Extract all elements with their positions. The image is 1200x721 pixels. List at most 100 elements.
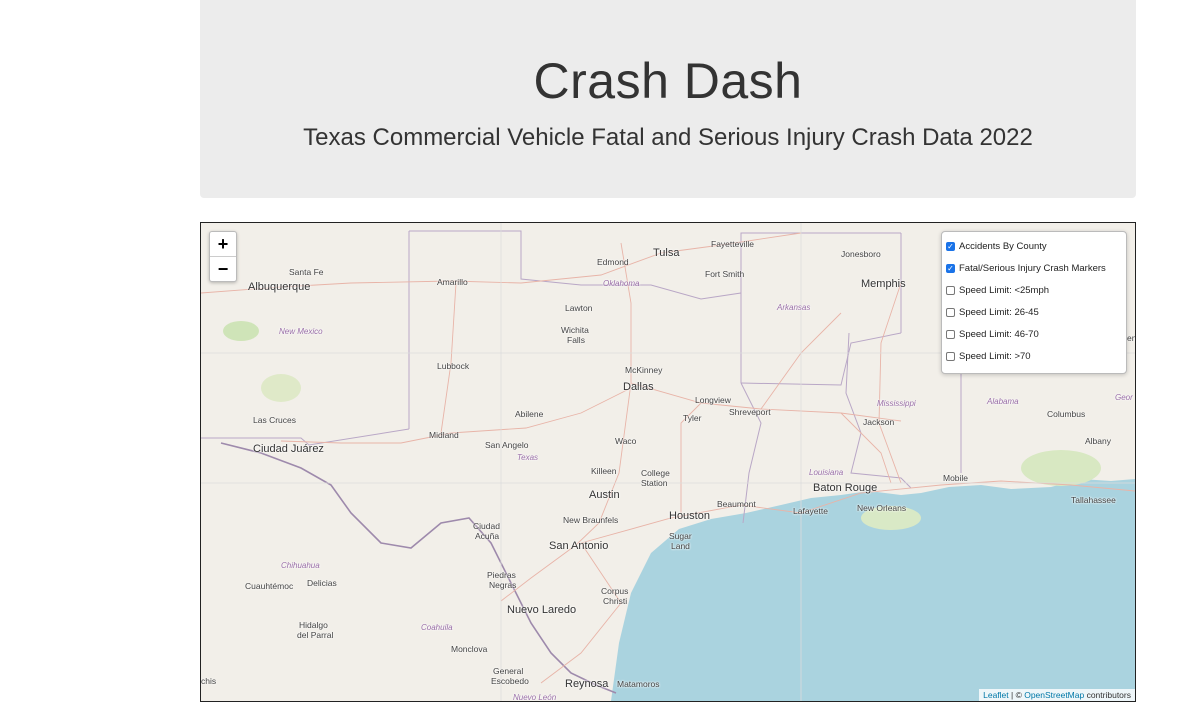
layer-label: Speed Limit: >70 xyxy=(959,351,1031,362)
place-label: Sugar xyxy=(669,531,692,541)
place-label: Waco xyxy=(615,436,637,446)
checkbox-speed-46-70[interactable] xyxy=(946,330,955,339)
place-label: Longview xyxy=(695,395,731,405)
zoom-in-button[interactable]: + xyxy=(210,232,236,256)
place-label: Louisiana xyxy=(809,468,844,477)
place-label: Abilene xyxy=(515,409,544,419)
place-label: Chihuahua xyxy=(281,561,320,570)
place-label: Edmond xyxy=(597,257,629,267)
place-label: Fort Smith xyxy=(705,269,745,279)
layers-control: Accidents By County Fatal/Serious Injury… xyxy=(941,231,1127,374)
place-label: General xyxy=(493,666,524,676)
page-subtitle: Texas Commercial Vehicle Fatal and Serio… xyxy=(303,124,1033,151)
layer-label: Speed Limit: 46-70 xyxy=(959,329,1039,340)
layer-label: Accidents By County xyxy=(959,241,1047,252)
place-label: Falls xyxy=(567,335,585,345)
place-label: Lubbock xyxy=(437,361,470,371)
place-label: Alabama xyxy=(987,397,1019,406)
place-label: Monclova xyxy=(451,644,488,654)
place-label: Austin xyxy=(589,489,620,501)
place-label: Coahuila xyxy=(421,623,453,632)
place-label: Beaumont xyxy=(717,499,756,509)
attribution-separator: | © xyxy=(1008,690,1025,700)
checkbox-speed-26-45[interactable] xyxy=(946,308,955,317)
place-label: Baton Rouge xyxy=(813,482,878,494)
place-label: Escobedo xyxy=(491,676,529,686)
place-label: Christi xyxy=(603,596,628,606)
place-label: Houston xyxy=(669,510,710,522)
place-label: College xyxy=(641,468,670,478)
place-label: Killeen xyxy=(591,466,617,476)
place-label: Tallahassee xyxy=(1071,495,1116,505)
place-label: Nuevo León xyxy=(513,693,557,702)
layer-speed-46-70[interactable]: Speed Limit: 46-70 xyxy=(946,329,1039,340)
place-label: Jackson xyxy=(863,417,895,427)
place-label: Texas xyxy=(517,453,539,462)
map-attribution: Leaflet | © OpenStreetMap contributors xyxy=(979,689,1135,701)
place-label: Jonesboro xyxy=(841,249,881,259)
zoom-control: + − xyxy=(209,231,237,282)
place-label: Santa Fe xyxy=(289,267,324,277)
place-label: Acuña xyxy=(475,531,500,541)
place-label: Geor xyxy=(1115,393,1133,402)
place-label: Hidalgo xyxy=(299,620,328,630)
place-label: Land xyxy=(671,541,690,551)
place-label: Fayetteville xyxy=(711,239,754,249)
place-label: Nuevo Laredo xyxy=(507,604,577,616)
place-label: New Orleans xyxy=(857,503,907,513)
place-label: del Parral xyxy=(297,630,334,640)
place-label: Albany xyxy=(1085,436,1111,446)
place-label: Tulsa xyxy=(653,247,680,259)
place-label: Dallas xyxy=(623,381,654,393)
place-label: Matamoros xyxy=(617,679,660,689)
header-banner: Crash Dash Texas Commercial Vehicle Fata… xyxy=(200,0,1136,198)
place-label: Negras xyxy=(489,580,517,590)
layer-label: Speed Limit: 26-45 xyxy=(959,307,1039,318)
place-label: Wichita xyxy=(561,325,589,335)
place-label: New Braunfels xyxy=(563,515,619,525)
leaflet-link[interactable]: Leaflet xyxy=(983,690,1009,700)
layer-speed-26-45[interactable]: Speed Limit: 26-45 xyxy=(946,307,1039,318)
layer-label: Speed Limit: <25mph xyxy=(959,285,1050,296)
checkbox-crash-markers[interactable] xyxy=(946,264,955,273)
place-label: Ciudad Juárez xyxy=(253,443,324,455)
attribution-suffix: contributors xyxy=(1084,690,1131,700)
layer-speed-under-25[interactable]: Speed Limit: <25mph xyxy=(946,285,1049,296)
place-label: Memphis xyxy=(861,278,906,290)
place-label: Las Cruces xyxy=(253,415,296,425)
place-label: McKinney xyxy=(625,365,663,375)
place-label: San Antonio xyxy=(549,540,609,552)
place-label: Arkansas xyxy=(777,303,811,312)
place-label: Columbus xyxy=(1047,409,1086,419)
checkbox-speed-under-25[interactable] xyxy=(946,286,955,295)
place-label: Amarillo xyxy=(437,277,468,287)
place-label: Piedras xyxy=(487,570,516,580)
openstreetmap-link[interactable]: OpenStreetMap xyxy=(1024,690,1084,700)
checkbox-speed-over-70[interactable] xyxy=(946,352,955,361)
layer-speed-over-70[interactable]: Speed Limit: >70 xyxy=(946,351,1031,362)
checkbox-accidents-by-county[interactable] xyxy=(946,242,955,251)
place-label: Tyler xyxy=(683,413,702,423)
place-label: Midland xyxy=(429,430,459,440)
place-label: New Mexico xyxy=(279,327,323,336)
place-label: Mississippi xyxy=(877,399,916,408)
place-label: Shreveport xyxy=(729,407,771,417)
place-label: Lawton xyxy=(565,303,593,313)
place-label: Corpus xyxy=(601,586,629,596)
place-label: Delicias xyxy=(307,578,337,588)
place-label: Reynosa xyxy=(565,678,609,690)
crash-map[interactable]: Fayetteville Tulsa Edmond Oklahoma Fort … xyxy=(200,222,1136,702)
place-label: San Angelo xyxy=(485,440,529,450)
place-label: Albuquerque xyxy=(248,281,311,293)
place-label: chis xyxy=(201,676,217,686)
place-label: Oklahoma xyxy=(603,279,640,288)
place-label: Station xyxy=(641,478,668,488)
zoom-out-button[interactable]: − xyxy=(210,256,236,281)
place-label: Ciudad xyxy=(473,521,500,531)
layer-crash-markers[interactable]: Fatal/Serious Injury Crash Markers xyxy=(946,263,1106,274)
place-label: Mobile xyxy=(943,473,969,483)
place-label: en xyxy=(1127,333,1136,343)
layer-accidents-by-county[interactable]: Accidents By County xyxy=(946,241,1047,252)
page-title: Crash Dash xyxy=(533,53,803,109)
place-label: Lafayette xyxy=(793,506,828,516)
